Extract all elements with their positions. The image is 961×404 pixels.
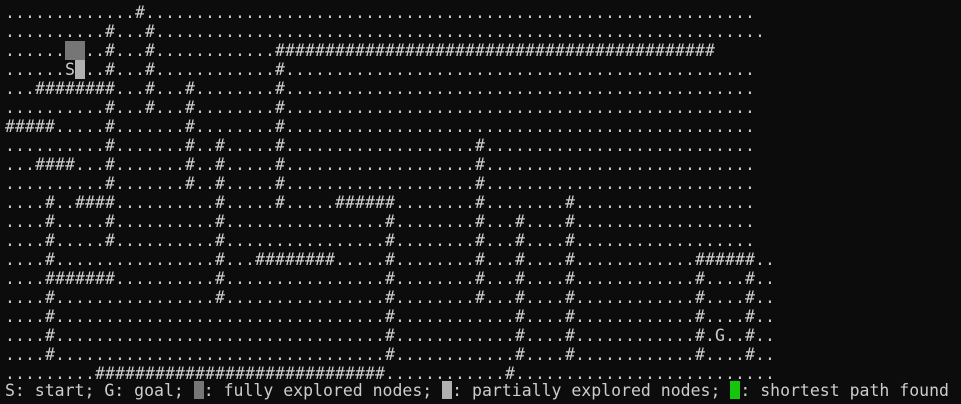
legend-start: S: start;	[5, 381, 105, 400]
grid-row: ....#.................................#.…	[5, 345, 775, 364]
grid-row: ...... ..#...#............##############…	[5, 41, 715, 60]
legend-full: : fully explored nodes;	[203, 381, 443, 400]
grid-row: ...####...#.......#..#.....#............…	[5, 155, 755, 174]
grid-row: ....#.....#..........#................#.…	[5, 212, 755, 231]
terminal-window: .............#..........................…	[0, 0, 961, 404]
grid-row: ...########...#...#........#............…	[5, 79, 755, 98]
grid-row: ....#................#...########.....#.…	[5, 250, 775, 269]
grid-row: ....#######..........#................#.…	[5, 269, 775, 288]
grid-row: ..........#.......#..#.....#............…	[5, 136, 755, 155]
grid-row: ....#................#................#.…	[5, 288, 775, 307]
grid-row: .............#..........................…	[5, 3, 755, 22]
legend-path: : shortest path found	[740, 381, 949, 400]
fully-explored-swatch-icon	[193, 381, 204, 399]
legend-goal: G: goal;	[104, 381, 194, 400]
grid-row: ....#.................................#.…	[5, 307, 775, 326]
grid-row: ......S ..#...#............#............…	[5, 60, 755, 79]
grid-row: ..........#...#.........................…	[5, 22, 765, 41]
grid-row: ....#..####..........#.....#.....######.…	[5, 193, 755, 212]
grid-row: ..........#...#...#........#............…	[5, 98, 755, 117]
legend-partial: : partially explored nodes;	[452, 381, 731, 400]
grid-row: ..........#.......#..#.....#............…	[5, 174, 755, 193]
grid-row: ....#.....#..........#................#.…	[5, 231, 755, 250]
grid-row: #####.....#.......#........#............…	[5, 117, 755, 136]
partially-explored-swatch-icon	[442, 381, 453, 399]
shortest-path-swatch-icon	[730, 381, 741, 399]
grid-row: ....#.................................#.…	[5, 326, 775, 345]
legend-line: S: start; G: goal; : fully explored node…	[5, 381, 949, 401]
